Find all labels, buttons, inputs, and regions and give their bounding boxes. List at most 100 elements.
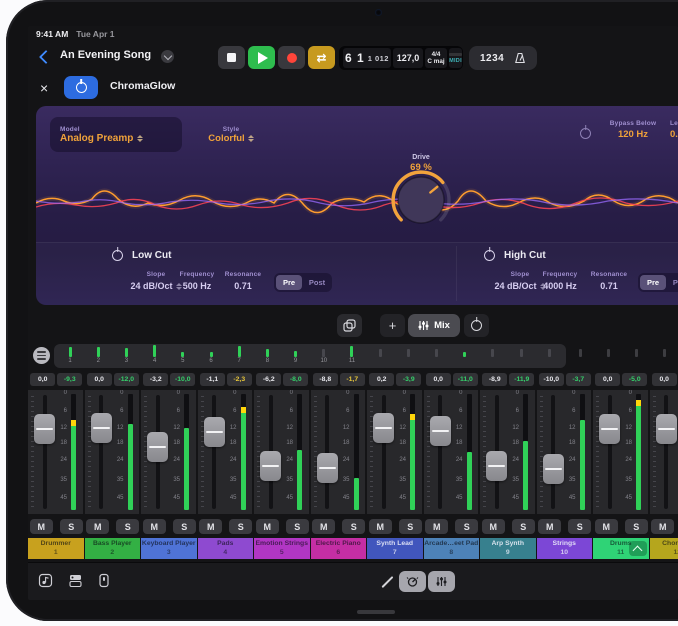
solo-button[interactable]: S — [399, 519, 422, 534]
stop-button[interactable] — [218, 46, 245, 69]
overview-slot[interactable] — [479, 344, 507, 368]
close-icon[interactable]: × — [40, 78, 48, 98]
channel-strip[interactable]: 061218243545 — [593, 390, 650, 514]
channel-strip-view-button[interactable] — [399, 571, 426, 592]
post-button[interactable]: Post — [668, 275, 678, 290]
mute-button[interactable]: M — [30, 519, 53, 534]
overview-window[interactable]: 1234567891011 — [54, 344, 566, 368]
low-cut-resonance[interactable]: Resonance 0.71 — [218, 271, 268, 291]
fader-cap[interactable] — [91, 413, 112, 443]
peak-value[interactable]: -1,7 — [340, 373, 365, 386]
fader-cap[interactable] — [147, 432, 168, 462]
volume-value[interactable]: 0,0 — [30, 373, 55, 386]
low-cut-frequency[interactable]: Frequency 500 Hz — [171, 271, 223, 291]
overview-slot[interactable]: 10 — [310, 344, 338, 368]
mute-button[interactable]: M — [651, 519, 674, 534]
channel-strip[interactable]: 061218243545 — [424, 390, 481, 514]
mute-button[interactable]: M — [256, 519, 279, 534]
overview-slot[interactable] — [651, 344, 678, 368]
track-name-tile[interactable]: Keyboard Player3 — [141, 538, 198, 559]
play-button[interactable] — [248, 46, 275, 69]
peak-value[interactable]: -3,7 — [566, 373, 591, 386]
lcd-display[interactable]: 00 6 1 1 012 127,0 4/4 C maj MIDI — [339, 46, 463, 70]
track-name-tile[interactable]: Synth Lead7 — [367, 538, 424, 559]
volume-value[interactable]: 0,0 — [595, 373, 620, 386]
track-name-tile[interactable]: Drums11 — [593, 538, 650, 559]
fader-cap[interactable] — [260, 451, 281, 481]
browser-icon[interactable] — [38, 573, 53, 593]
overview-rest[interactable] — [566, 344, 678, 368]
bypass-below-control[interactable]: Bypass Below 120 Hz — [602, 120, 664, 140]
overview-slot[interactable] — [622, 344, 650, 368]
mixer-power-button[interactable] — [464, 314, 489, 337]
channel-strip[interactable]: 061218243545 — [367, 390, 424, 514]
fader-cap[interactable] — [599, 414, 620, 444]
volume-value[interactable]: -6,2 — [256, 373, 281, 386]
fader-cap[interactable] — [373, 413, 394, 443]
track-name-tile[interactable]: Drummer1 — [28, 538, 85, 559]
solo-button[interactable]: S — [116, 519, 139, 534]
overview-slot[interactable] — [394, 344, 422, 368]
metronome-icon[interactable] — [514, 52, 526, 64]
volume-value[interactable]: -10,0 — [539, 373, 564, 386]
mute-button[interactable]: M — [86, 519, 109, 534]
channel-strip[interactable]: 061218243545 — [28, 390, 85, 514]
solo-button[interactable]: S — [568, 519, 591, 534]
overview-slot[interactable] — [566, 344, 594, 368]
fader-cap[interactable] — [543, 454, 564, 484]
mix-button[interactable]: Mix — [408, 314, 460, 337]
mute-button[interactable]: M — [595, 519, 618, 534]
fader-cap[interactable] — [34, 414, 55, 444]
faders-view-button[interactable] — [428, 571, 455, 592]
solo-button[interactable]: S — [229, 519, 252, 534]
drive-knob[interactable] — [389, 168, 453, 232]
channel-strip[interactable]: 061218243545 — [141, 390, 198, 514]
bypass-power-icon[interactable] — [580, 128, 591, 139]
overview-slot[interactable] — [366, 344, 394, 368]
overview-slot[interactable]: 4 — [141, 344, 169, 368]
channel-strip[interactable]: 061218243545 — [537, 390, 594, 514]
add-plugin-button[interactable]: + — [380, 314, 405, 337]
track-name-tile[interactable]: Bass Player2 — [85, 538, 142, 559]
volume-value[interactable]: 0,0 — [652, 373, 677, 386]
channel-strip[interactable]: 061218243545 — [254, 390, 311, 514]
overview-slot[interactable]: 7 — [225, 344, 253, 368]
solo-button[interactable]: S — [286, 519, 309, 534]
solo-button[interactable]: S — [512, 519, 535, 534]
solo-button[interactable]: S — [455, 519, 478, 534]
volume-value[interactable]: -8,8 — [313, 373, 338, 386]
count-in-button[interactable]: 1234 — [480, 53, 504, 64]
high-cut-resonance[interactable]: Resonance 0.71 — [584, 271, 634, 291]
overview-slot[interactable]: 5 — [169, 344, 197, 368]
level-control[interactable]: Level 0.0 — [670, 120, 678, 140]
peak-value[interactable]: -12,0 — [114, 373, 139, 386]
plugins-icon[interactable] — [98, 573, 110, 593]
overview-slot[interactable]: 11 — [338, 344, 366, 368]
model-select[interactable]: Model Analog Preamp — [50, 117, 182, 152]
peak-value[interactable]: -11,0 — [453, 373, 478, 386]
peak-value[interactable]: -10,0 — [170, 373, 195, 386]
mute-button[interactable]: M — [143, 519, 166, 534]
overview-slot[interactable]: 6 — [197, 344, 225, 368]
overview-slot[interactable] — [451, 344, 479, 368]
volume-value[interactable]: 0,2 — [369, 373, 394, 386]
peak-value[interactable]: -9,3 — [57, 373, 82, 386]
back-chevron-icon[interactable] — [39, 50, 53, 64]
mute-button[interactable]: M — [312, 519, 335, 534]
fader-cap[interactable] — [204, 417, 225, 447]
overview-slot[interactable]: 8 — [253, 344, 281, 368]
solo-button[interactable]: S — [625, 519, 648, 534]
overview-slot[interactable] — [507, 344, 535, 368]
solo-button[interactable]: S — [60, 519, 83, 534]
song-menu-button[interactable] — [161, 50, 174, 63]
high-cut-frequency[interactable]: Frequency 4000 Hz — [534, 271, 586, 291]
solo-button[interactable]: S — [173, 519, 196, 534]
volume-value[interactable]: -8,9 — [482, 373, 507, 386]
volume-value[interactable]: -1,1 — [200, 373, 225, 386]
channel-strip[interactable]: 061218243545 — [198, 390, 255, 514]
volume-value[interactable]: 0,0 — [426, 373, 451, 386]
track-name-tile[interactable]: Arp Synth9 — [480, 538, 537, 559]
fader-cap[interactable] — [317, 453, 338, 483]
pre-button[interactable]: Pre — [276, 275, 302, 290]
post-button[interactable]: Post — [304, 275, 330, 290]
